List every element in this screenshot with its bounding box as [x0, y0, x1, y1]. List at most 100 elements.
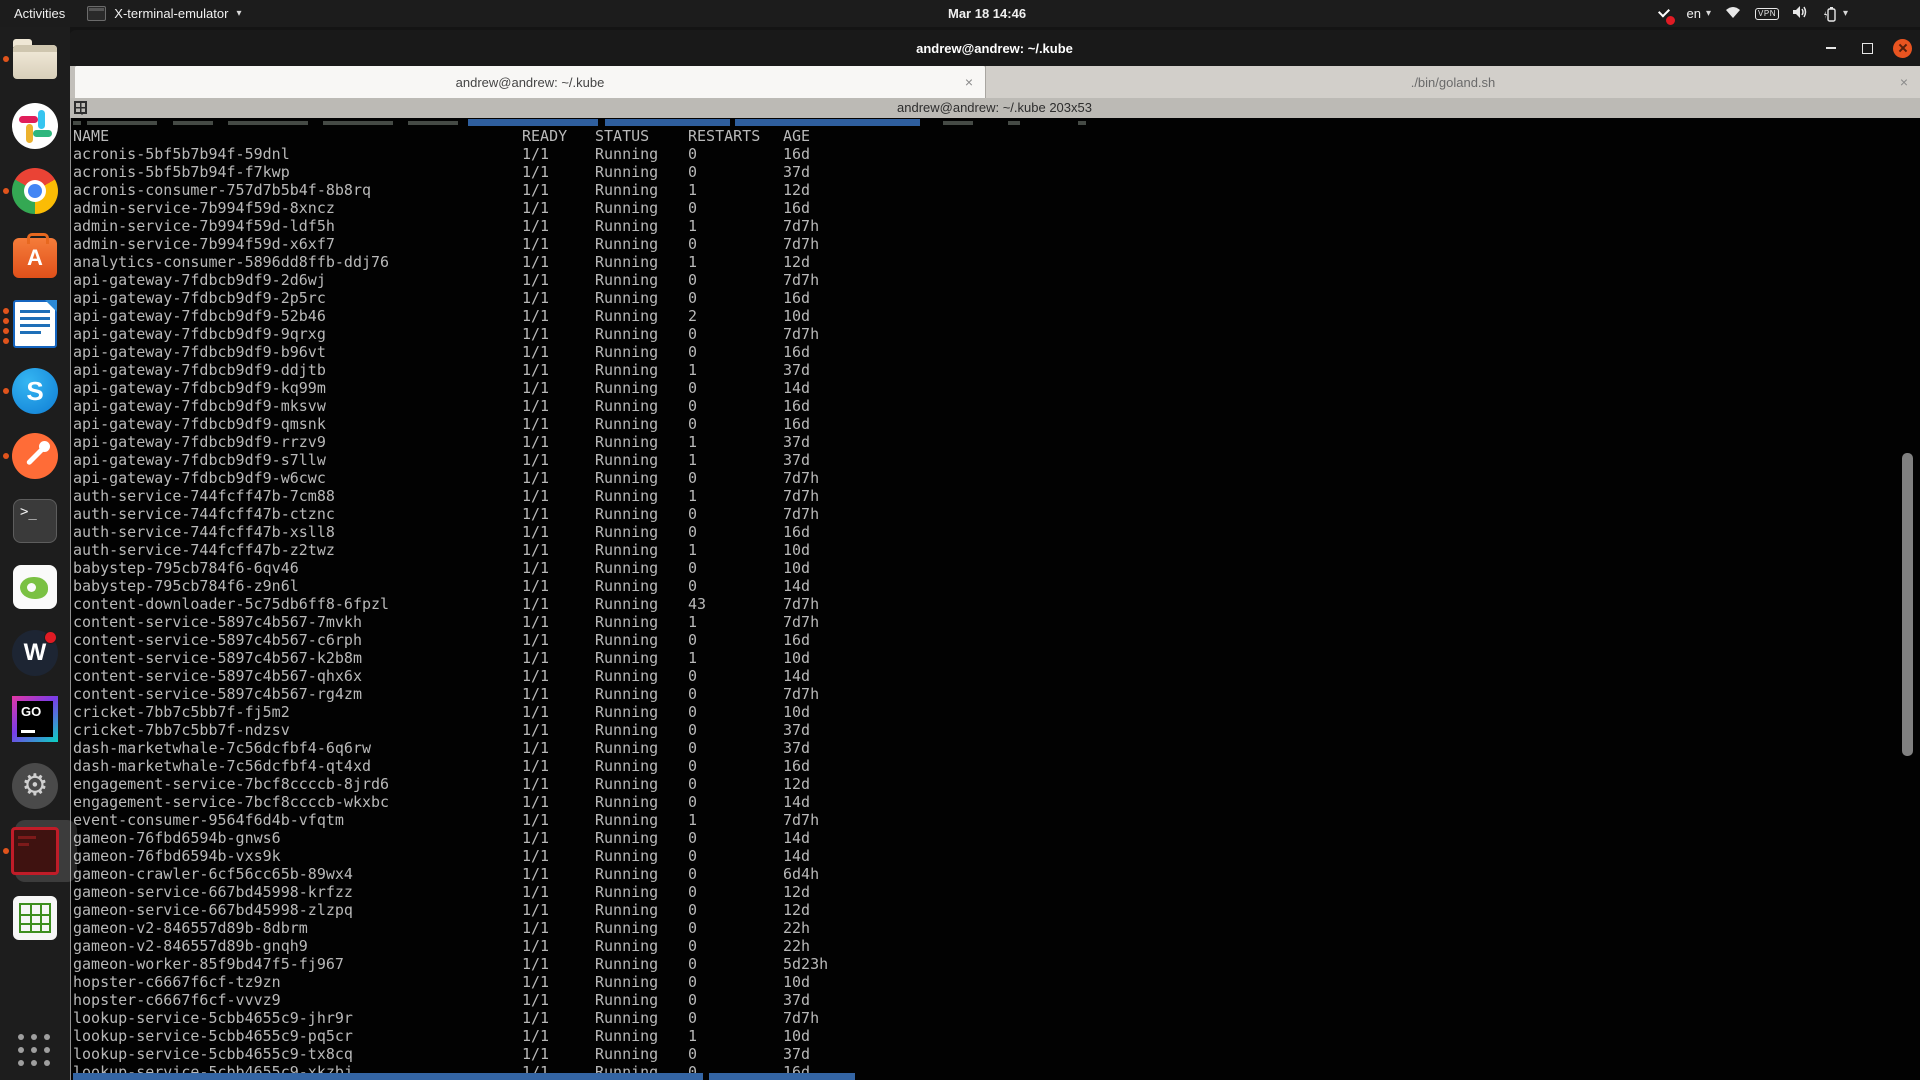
window-titlebar[interactable]: andrew@andrew: ~/.kube	[69, 30, 1920, 66]
minimize-icon	[1826, 47, 1836, 49]
pod-status: Running	[595, 901, 659, 919]
pod-ready: 1/1	[522, 613, 550, 631]
dock-item-postman[interactable]	[3, 432, 59, 480]
tab-goland[interactable]: ./bin/goland.sh ×	[985, 66, 1920, 98]
pod-age: 7d7h	[783, 271, 820, 289]
pod-age: 12d	[783, 901, 811, 919]
minimize-button[interactable]	[1821, 38, 1841, 58]
dock-item-slack[interactable]	[11, 102, 59, 150]
dock-item-pinta[interactable]	[11, 563, 59, 611]
pod-name: analytics-consumer-5896dd8ffb-ddj76	[73, 253, 390, 271]
pod-restarts: 0	[688, 397, 698, 415]
pod-ready: 1/1	[522, 289, 550, 307]
status-check-icon[interactable]	[1654, 4, 1676, 26]
pod-status: Running	[595, 631, 659, 649]
pod-restarts: 1	[688, 451, 698, 469]
pod-restarts: 0	[688, 829, 698, 847]
pod-status: Running	[595, 955, 659, 973]
pod-status: Running	[595, 793, 659, 811]
show-applications-button[interactable]	[11, 1027, 59, 1075]
pod-status: Running	[595, 757, 659, 775]
pod-status: Running	[595, 271, 659, 289]
running-indicator	[3, 338, 9, 344]
dock-item-skype[interactable]: S	[3, 367, 59, 415]
table-row: engagement-service-7bcf8ccccb-8jrd6 1/1 …	[73, 775, 1920, 793]
pod-name: acronis-5bf5b7b94f-59dnl	[73, 145, 290, 163]
battery-menu[interactable]: ▾	[1822, 6, 1848, 22]
pod-name: content-service-5897c4b567-qhx6x	[73, 667, 362, 685]
pod-restarts: 1	[688, 487, 698, 505]
pod-name: gameon-worker-85f9bd47f5-fj967	[73, 955, 344, 973]
tab-close-icon[interactable]: ×	[1900, 66, 1908, 98]
table-row: api-gateway-7fdbcb9df9-w6cwc 1/1 Running…	[73, 469, 1920, 487]
pod-restarts: 2	[688, 307, 698, 325]
close-button[interactable]	[1893, 38, 1912, 58]
pod-age: 37d	[783, 721, 811, 739]
pod-age: 14d	[783, 793, 811, 811]
terminal-screen[interactable]: NAME READY STATUS RESTARTS AGE acronis-5…	[69, 118, 1920, 1080]
wifi-icon[interactable]	[1724, 5, 1742, 22]
pod-status: Running	[595, 973, 659, 991]
window-menu-icon[interactable]	[74, 101, 87, 115]
dock-item-gnumeric[interactable]	[11, 894, 59, 942]
dock-item-terminal[interactable]: >_	[11, 497, 59, 545]
dock-item-goland[interactable]: GO	[11, 695, 59, 743]
pod-age: 37d	[783, 163, 811, 181]
table-row: event-consumer-9564f6d4b-vfqtm 1/1 Runni…	[73, 811, 1920, 829]
pod-ready: 1/1	[522, 829, 550, 847]
pod-status: Running	[595, 721, 659, 739]
wps-office-icon: W	[12, 630, 58, 676]
pod-status: Running	[595, 865, 659, 883]
pod-name: gameon-v2-846557d89b-gnqh9	[73, 937, 308, 955]
pod-status: Running	[595, 811, 659, 829]
pod-age: 16d	[783, 757, 811, 775]
pod-status: Running	[595, 613, 659, 631]
pod-restarts: 0	[688, 883, 698, 901]
dock-item-ubuntu-software[interactable]: A	[11, 232, 59, 280]
tab-close-icon[interactable]: ×	[965, 66, 973, 98]
scrollbar-thumb[interactable]	[1902, 453, 1913, 756]
pod-restarts: 0	[688, 235, 698, 253]
dock-item-wps-office[interactable]: W	[11, 629, 59, 677]
running-indicator	[3, 328, 9, 334]
pod-restarts: 0	[688, 271, 698, 289]
tab-kube[interactable]: andrew@andrew: ~/.kube ×	[75, 66, 985, 98]
running-indicator	[3, 318, 9, 324]
pod-name: api-gateway-7fdbcb9df9-ddjtb	[73, 361, 326, 379]
pod-status: Running	[595, 1009, 659, 1027]
pod-status: Running	[595, 685, 659, 703]
clock[interactable]: Mar 18 14:46	[948, 0, 1026, 27]
pod-status: Running	[595, 919, 659, 937]
pod-status: Running	[595, 649, 659, 667]
activities-button[interactable]: Activities	[0, 0, 79, 27]
pod-status: Running	[595, 847, 659, 865]
pod-ready: 1/1	[522, 487, 550, 505]
table-row: api-gateway-7fdbcb9df9-qmsnk 1/1 Running…	[73, 415, 1920, 433]
pod-name: cricket-7bb7c5bb7f-fj5m2	[73, 703, 290, 721]
keyboard-layout[interactable]: en ▾	[1687, 6, 1712, 21]
pod-age: 10d	[783, 973, 811, 991]
pod-restarts: 0	[688, 721, 698, 739]
pod-age: 7d7h	[783, 217, 820, 235]
pod-restarts: 0	[688, 991, 698, 1009]
dock-item-settings[interactable]: ⚙	[11, 762, 59, 810]
dock-item-libreoffice-writer[interactable]	[3, 300, 59, 348]
pod-restarts: 1	[688, 649, 698, 667]
slack-icon	[12, 103, 58, 149]
files-icon	[13, 39, 57, 79]
pod-restarts: 1	[688, 1027, 698, 1045]
pod-status: Running	[595, 1027, 659, 1045]
table-row: engagement-service-7bcf8ccccb-wkxbc 1/1 …	[73, 793, 1920, 811]
dock-item-x-terminal-emulator[interactable]	[3, 820, 77, 882]
vpn-icon[interactable]: VPN	[1755, 7, 1779, 20]
pod-restarts: 0	[688, 667, 698, 685]
pod-status: Running	[595, 325, 659, 343]
app-menu[interactable]: X-terminal-emulator ▾	[79, 0, 249, 27]
dock-item-chrome[interactable]	[3, 167, 59, 215]
pod-ready: 1/1	[522, 919, 550, 937]
volume-icon[interactable]	[1792, 5, 1809, 22]
pod-status: Running	[595, 163, 659, 181]
maximize-button[interactable]	[1857, 38, 1877, 58]
dock-item-files[interactable]	[3, 35, 59, 83]
tab-bar: andrew@andrew: ~/.kube × ./bin/goland.sh…	[69, 66, 1920, 98]
